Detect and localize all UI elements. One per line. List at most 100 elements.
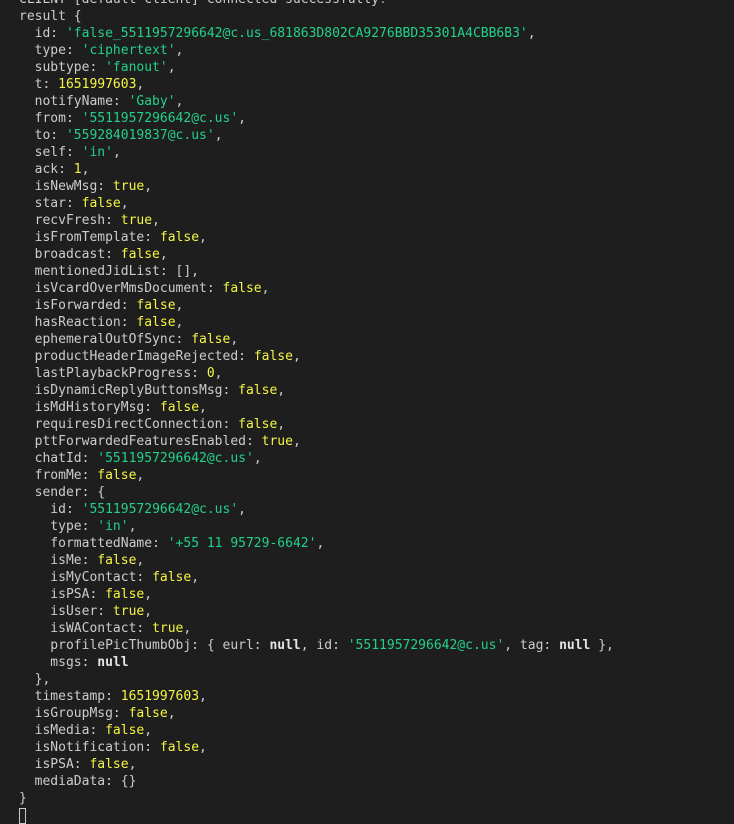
terminal-line: broadcast: false, [19,246,729,263]
token-text: isGroupMsg: [19,706,129,721]
token-string: '5511957296642@c.us' [81,502,239,517]
token-null: null [559,638,591,653]
token-text: broadcast: [19,247,121,262]
token-text: fromMe: [19,468,98,483]
terminal-line: ephemeralOutOfSync: false, [19,331,729,348]
terminal-line: lastPlaybackProgress: 0, [19,365,729,382]
token-text: , [81,162,90,177]
prompt-line[interactable] [19,807,729,824]
token-text: , [292,434,301,449]
token-text: isPSA: [19,587,106,602]
token-text: self: [19,145,82,160]
terminal-line: pttForwardedFeaturesEnabled: true, [19,433,729,450]
token-text: msgs: [19,655,98,670]
token-text: result { [19,9,82,24]
token-text: subtype: [19,60,106,75]
terminal-line: to: '559284019837@c.us', [19,127,729,144]
token-text: } [19,791,27,806]
token-boolean: false [105,723,145,738]
token-text: , [214,128,223,143]
terminal-cursor[interactable] [19,808,26,824]
token-text: , [120,196,129,211]
terminal-line: isMe: false, [19,552,729,569]
token-text: isFromTemplate: [19,230,160,245]
terminal-line: type: 'ciphertext', [19,42,729,59]
token-text: , [167,60,176,75]
terminal-line: }, [19,671,729,688]
token-text: , [292,349,301,364]
token-boolean: false [253,349,293,364]
token-text: recvFresh: [19,213,121,228]
terminal-line: star: false, [19,195,729,212]
token-text: , [159,247,168,262]
token-string: 'in' [97,519,129,534]
token-string: 'ciphertext' [81,43,176,58]
token-text: isPSA: [19,757,90,772]
token-text: , [175,298,184,313]
terminal-line: from: '5511957296642@c.us', [19,110,729,127]
terminal-line: id: '5511957296642@c.us', [19,501,729,518]
terminal-lines: CLIENT [default-client] connected succes… [19,0,729,807]
terminal-line: timestamp: 1651997603, [19,688,729,705]
terminal-line: requiresDirectConnection: false, [19,416,729,433]
terminal-line: result { [19,8,729,25]
token-text: mediaData: {} [19,774,137,789]
terminal-line: mediaData: {} [19,773,729,790]
token-text: , [199,689,207,704]
terminal-line: isMyContact: false, [19,569,729,586]
terminal-line: profilePicThumbObj: { eurl: null, id: '5… [19,637,729,654]
token-null: null [269,638,301,653]
token-text: , [144,723,153,738]
token-text: , [199,400,207,415]
terminal-line: isForwarded: false, [19,297,729,314]
token-text: isVcardOverMmsDocument: [19,281,223,296]
token-text: , id: [300,638,348,653]
terminal-line: self: 'in', [19,144,729,161]
token-boolean: false [191,332,231,347]
token-text: , [175,94,184,109]
terminal-line: isWAContact: true, [19,620,729,637]
terminal-line: isFromTemplate: false, [19,229,729,246]
token-text: t: [19,77,59,92]
token-text: , [175,43,184,58]
terminal-line: CLIENT [default-client] connected succes… [19,0,729,8]
token-boolean: false [89,757,129,772]
token-text: , [136,468,145,483]
token-boolean: false [97,553,137,568]
terminal-line: fromMe: false, [19,467,729,484]
token-text: isMdHistoryMsg: [19,400,160,415]
token-text: , [527,26,536,41]
token-boolean: true [261,434,293,449]
token-text: , [277,383,286,398]
token-string: 'in' [81,145,113,160]
token-boolean: true [152,621,184,636]
token-text: , [144,604,153,619]
token-text: , tag: [504,638,560,653]
token-text: , [261,281,270,296]
token-text: formattedName: [19,536,168,551]
token-text: CLIENT [default-client] connected succes… [19,0,387,7]
token-text: , [136,553,145,568]
terminal-line: hasReaction: false, [19,314,729,331]
token-boolean: false [120,247,160,262]
token-text: to: [19,128,66,143]
token-boolean: false [81,196,121,211]
terminal-line: t: 1651997603, [19,76,729,93]
token-boolean: false [238,417,278,432]
terminal-line: productHeaderImageRejected: false, [19,348,729,365]
token-text: type: [19,43,82,58]
token-boolean: false [97,468,137,483]
token-text: isWAContact: [19,621,153,636]
token-text: isForwarded: [19,298,137,313]
token-boolean: true [112,604,145,619]
token-boolean: false [222,281,262,296]
terminal-line: isGroupMsg: false, [19,705,729,722]
token-text: hasReaction: [19,315,137,330]
token-text: }, [19,672,51,687]
token-text: timestamp: [19,689,121,704]
token-boolean: false [152,570,192,585]
token-text: , [175,315,184,330]
terminal-output: CLIENT [default-client] connected succes… [19,0,729,824]
terminal-line: isVcardOverMmsDocument: false, [19,280,729,297]
token-text: pttForwardedFeaturesEnabled: [19,434,262,449]
